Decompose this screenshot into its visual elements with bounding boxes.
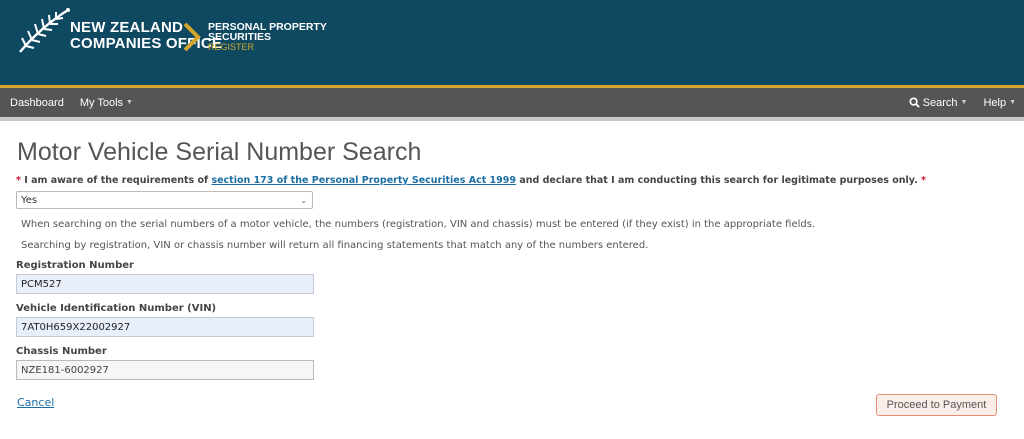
search-icon — [909, 97, 920, 108]
chassis-value: NZE181-6002927 — [21, 364, 109, 376]
ppsr-line3: REGISTER — [208, 42, 255, 52]
declaration-select-value: Yes — [21, 194, 38, 206]
caret-down-icon: ▼ — [1009, 99, 1016, 106]
caret-down-icon: ▼ — [960, 99, 968, 106]
chassis-label: Chassis Number — [16, 346, 107, 357]
ppsa-section-link[interactable]: section 173 of the Personal Property Sec… — [211, 175, 516, 186]
nav-my-tools[interactable]: My Tools ▼ — [80, 97, 133, 109]
declaration-prefix: I am aware of the requirements of — [24, 175, 209, 186]
nav-search[interactable]: Search ▼ — [909, 96, 968, 109]
nav-my-tools-label: My Tools — [79, 96, 124, 109]
vin-label: Vehicle Identification Number (VIN) — [16, 303, 217, 314]
chassis-input[interactable]: NZE181-6002927 — [16, 360, 314, 380]
info-text-1: When searching on the serial numbers of … — [21, 219, 816, 230]
caret-down-icon: ▼ — [126, 99, 133, 106]
nav-search-label: Search — [922, 96, 958, 109]
chevron-down-icon: ⌄ — [300, 195, 307, 205]
declaration-text: * I am aware of the requirements of sect… — [16, 175, 1008, 186]
page-title: Motor Vehicle Serial Number Search — [17, 138, 422, 166]
info-text-2: Searching by registration, VIN or chassi… — [21, 240, 649, 251]
nav-dashboard[interactable]: Dashboard — [10, 97, 64, 109]
form-actions: Cancel Proceed to Payment — [16, 394, 1008, 424]
ppsr-logo-text[interactable]: PERSONAL PROPERTY SECURITIES REGISTER — [208, 22, 327, 52]
registration-input[interactable]: PCM527 — [16, 274, 314, 294]
nav-dashboard-label: Dashboard — [10, 96, 64, 109]
registration-label: Registration Number — [16, 260, 134, 271]
proceed-to-payment-button[interactable]: Proceed to Payment — [876, 394, 997, 416]
nav-help[interactable]: Help ▼ — [983, 97, 1016, 109]
fern-logo-icon[interactable] — [16, 6, 72, 56]
cancel-link[interactable]: Cancel — [17, 396, 54, 409]
nav-help-label: Help — [983, 96, 1007, 109]
ppsr-line2: SECURITIES — [208, 31, 272, 43]
vin-input[interactable]: 7AT0H659X22002927 — [16, 317, 314, 337]
main-nav: Dashboard My Tools ▼ Search ▼ Help ▼ — [0, 88, 1024, 121]
registration-value: PCM527 — [21, 278, 62, 290]
declaration-suffix: and declare that I am conducting this se… — [519, 175, 918, 186]
required-marker: * — [921, 175, 926, 186]
declaration-select[interactable]: Yes ⌄ — [16, 191, 313, 209]
site-header: NEW ZEALAND COMPANIES OFFICE PERSONAL PR… — [0, 0, 1024, 88]
main-content: Motor Vehicle Serial Number Search * I a… — [0, 138, 1024, 424]
required-marker: * — [16, 175, 21, 186]
vin-value: 7AT0H659X22002927 — [21, 321, 131, 333]
chevron-right-icon — [183, 22, 201, 52]
